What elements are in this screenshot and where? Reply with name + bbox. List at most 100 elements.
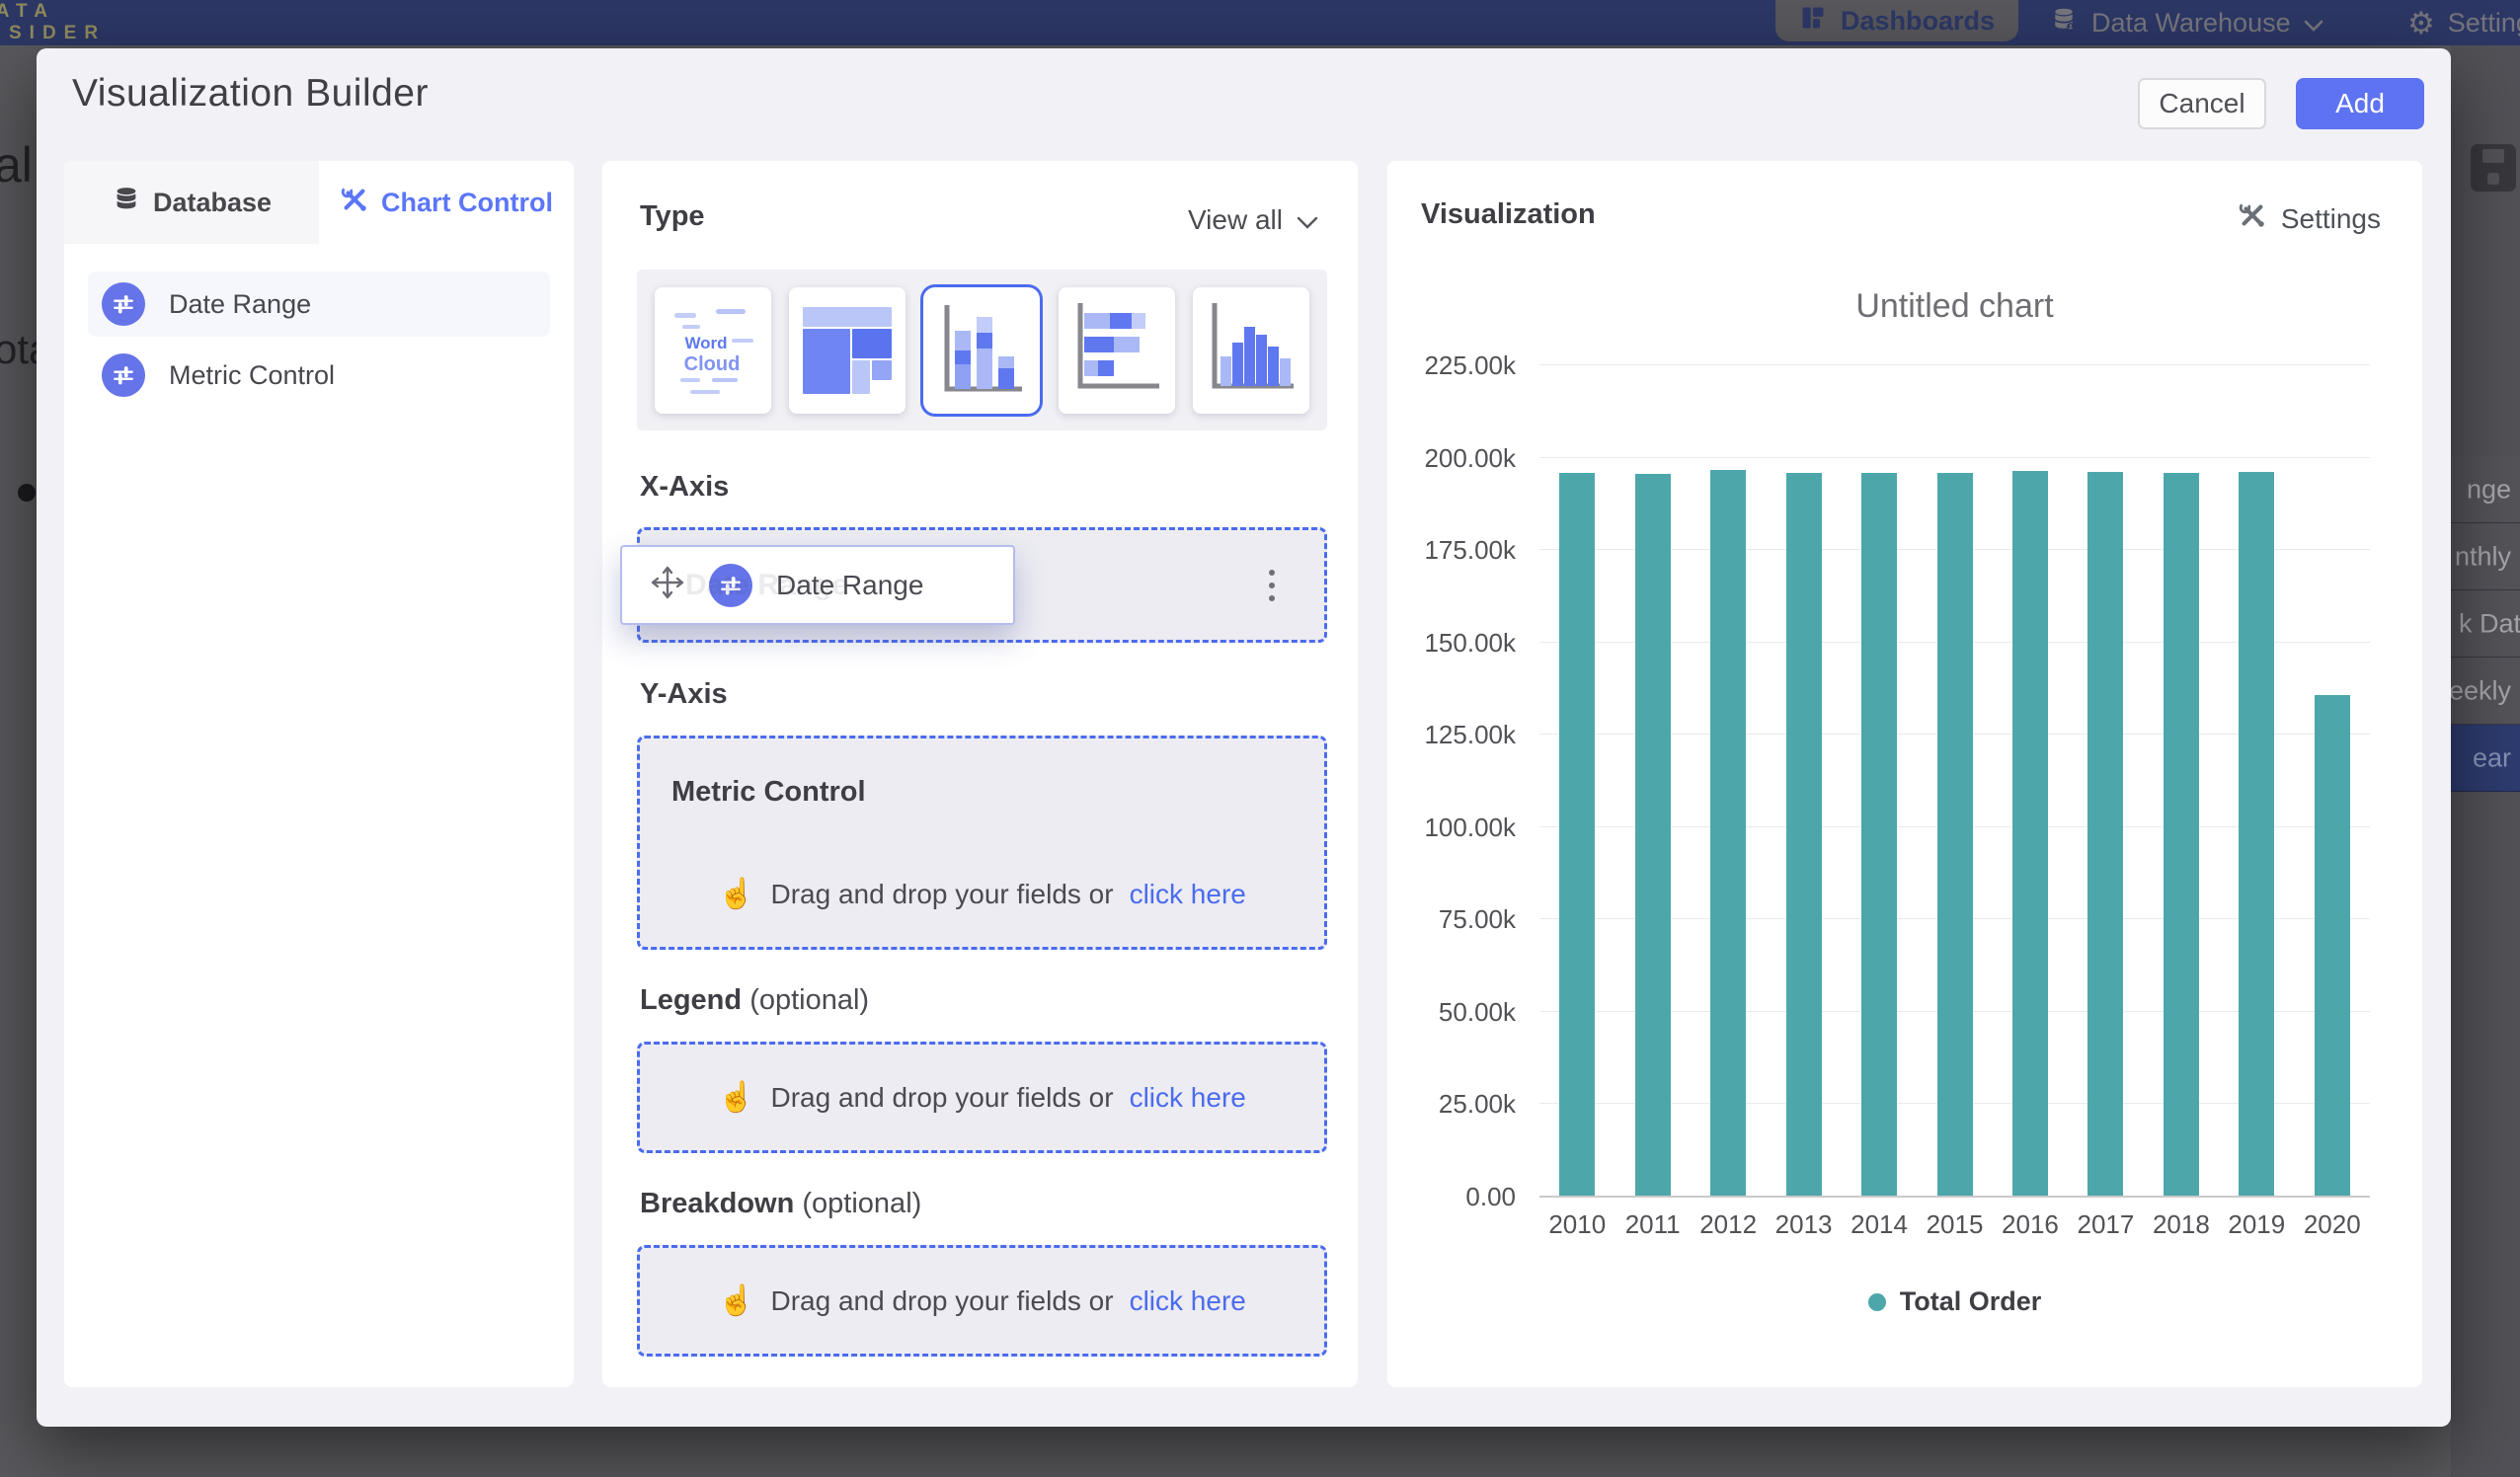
legend-dropzone[interactable]: ☝ Drag and drop your fields or click her… — [637, 1042, 1327, 1153]
background-dropdown-item[interactable]: eekly — [2451, 658, 2520, 725]
background-dropdown-item[interactable]: ear — [2451, 725, 2520, 792]
fields-panel: Database Chart Control Date Range — [64, 161, 574, 1387]
chart-bar — [2315, 695, 2350, 1196]
background-text-fragment: al — [0, 136, 33, 194]
cancel-button[interactable]: Cancel — [2138, 78, 2266, 129]
click-here-link[interactable]: click here — [1130, 1285, 1246, 1317]
y-axis-tick: 175.00k — [1407, 535, 1516, 566]
chart-type-stacked-column[interactable] — [923, 287, 1040, 414]
tools-icon — [340, 185, 369, 221]
tap-icon: ☝ — [718, 1283, 754, 1318]
app-logo: DATA INSIDER — [0, 1, 106, 44]
legend-section-label: Legend (optional) — [640, 984, 869, 1017]
chip-ghost-text: Date Range — [685, 569, 848, 602]
chart-bar — [2164, 473, 2199, 1196]
y-axis-label: Y-Axis — [640, 678, 728, 711]
field-label: Metric Control — [169, 360, 335, 391]
nav-data-warehouse[interactable]: Data Warehouse — [2049, 0, 2323, 45]
panel-tabs: Database Chart Control — [64, 161, 574, 244]
y-axis-tick: 200.00k — [1407, 443, 1516, 474]
modal-title: Visualization Builder — [72, 72, 429, 116]
y-axis-tick: 50.00k — [1407, 997, 1516, 1028]
kebab-menu-icon[interactable] — [1263, 564, 1281, 607]
tab-chart-control[interactable]: Chart Control — [319, 161, 574, 244]
y-axis-tick: 125.00k — [1407, 720, 1516, 750]
sliders-icon — [102, 282, 145, 326]
gridline — [1539, 457, 2370, 458]
nav-dashboards[interactable]: Dashboards — [1775, 0, 2018, 41]
settings-button[interactable]: Settings — [2238, 200, 2381, 237]
y-axis-tick: 100.00k — [1407, 813, 1516, 843]
background-dropdown-item[interactable]: nthly — [2451, 523, 2520, 590]
y-axis-tick: 225.00k — [1407, 350, 1516, 381]
visualization-builder-modal: Visualization Builder Cancel Add Databas… — [37, 48, 2451, 1427]
move-icon — [648, 563, 687, 607]
top-nav: DATA INSIDER Dashboards Data Warehouse ⚙… — [0, 0, 2520, 45]
gear-icon: ⚙ — [2407, 8, 2435, 39]
y-axis-zone-title: Metric Control — [671, 776, 866, 809]
chart-bar — [1710, 470, 1746, 1196]
tools-icon — [2238, 200, 2267, 237]
chart-bar — [2087, 472, 2123, 1196]
chart-type-treemap[interactable] — [789, 287, 906, 414]
y-axis-tick: 75.00k — [1407, 904, 1516, 935]
chart-type-word-cloud[interactable]: Word Cloud — [655, 287, 771, 414]
chart-legend: Total Order — [1539, 1286, 2370, 1317]
field-list: Date Range Metric Control — [64, 272, 574, 414]
field-chip-date-range[interactable]: Date Range Date Range — [620, 545, 1015, 625]
chart-bar — [1786, 473, 1822, 1196]
background-dropdown: ngenthlyk Dateeeklyear — [2451, 456, 2520, 792]
chart-type-stacked-bar[interactable] — [1059, 287, 1175, 414]
x-axis-line — [1539, 1196, 2370, 1198]
click-here-link[interactable]: click here — [1130, 1082, 1246, 1114]
tap-icon: ☝ — [718, 877, 754, 911]
visualization-panel: Visualization Settings Untitled chart 0.… — [1387, 161, 2422, 1387]
svg-text:Cloud: Cloud — [684, 353, 741, 375]
drop-hint: ☝ Drag and drop your fields or click her… — [640, 877, 1324, 911]
chart-type-strip: Word Cloud — [637, 270, 1327, 430]
database-icon — [112, 185, 141, 221]
chart-bar — [1559, 473, 1595, 1196]
dashboard-grid-icon — [1799, 4, 1827, 39]
background-dropdown-item[interactable]: k Date — [2451, 590, 2520, 658]
background-dropdown-item[interactable]: nge — [2451, 456, 2520, 523]
tab-database[interactable]: Database — [64, 161, 319, 244]
field-row[interactable]: Date Range — [88, 272, 550, 337]
chart-type-histogram[interactable] — [1193, 287, 1309, 414]
x-axis-tick: 2020 — [2288, 1209, 2377, 1240]
view-all-button[interactable]: View all — [1188, 204, 1318, 236]
chart-bar — [2012, 471, 2048, 1196]
chart-bar — [1635, 474, 1671, 1196]
bar-chart-plot: 0.0025.00k50.00k75.00k100.00k125.00k150.… — [1539, 364, 2370, 1196]
y-axis-tick: 150.00k — [1407, 628, 1516, 659]
chart-bar — [2239, 472, 2274, 1196]
chart-builder-panel: Type View all Word Cloud — [602, 161, 1358, 1387]
type-label: Type — [640, 200, 705, 233]
drop-hint: ☝ Drag and drop your fields or click her… — [718, 1283, 1246, 1318]
background-bullet — [18, 484, 36, 502]
legend-label: Total Order — [1900, 1286, 2042, 1317]
save-icon — [2471, 144, 2516, 192]
y-axis-tick: 25.00k — [1407, 1089, 1516, 1120]
database-icon — [2049, 5, 2079, 41]
legend-dot — [1868, 1293, 1886, 1311]
gridline — [1539, 364, 2370, 365]
chevron-down-icon — [1297, 204, 1318, 236]
sliders-icon — [102, 353, 145, 397]
breakdown-section-label: Breakdown (optional) — [640, 1188, 921, 1220]
field-row[interactable]: Metric Control — [88, 343, 550, 408]
chart-bar — [1937, 473, 1973, 1196]
nav-settings[interactable]: ⚙ Settings — [2407, 0, 2520, 45]
drop-hint: ☝ Drag and drop your fields or click her… — [718, 1080, 1246, 1115]
chevron-down-icon — [2304, 8, 2323, 39]
chart-title: Untitled chart — [1539, 287, 2370, 326]
click-here-link[interactable]: click here — [1130, 879, 1246, 910]
svg-text:Word: Word — [685, 334, 728, 352]
field-label: Date Range — [169, 289, 311, 320]
tap-icon: ☝ — [718, 1080, 754, 1115]
breakdown-dropzone[interactable]: ☝ Drag and drop your fields or click her… — [637, 1245, 1327, 1357]
y-axis-dropzone[interactable]: Metric Control ☝ Drag and drop your fiel… — [637, 736, 1327, 950]
add-button[interactable]: Add — [2296, 78, 2424, 129]
y-axis-tick: 0.00 — [1407, 1182, 1516, 1212]
x-axis-label: X-Axis — [640, 471, 729, 504]
